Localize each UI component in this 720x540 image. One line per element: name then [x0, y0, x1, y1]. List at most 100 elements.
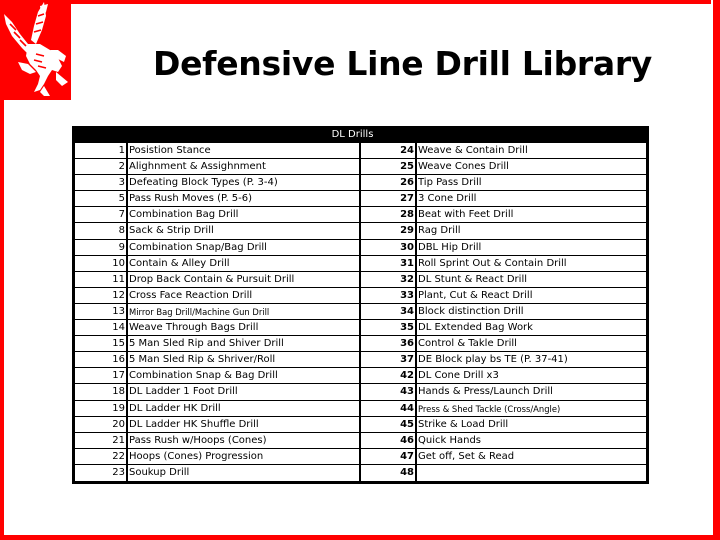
drill-number-left: 13 — [75, 303, 128, 320]
table-row: 16 5 Man Sled Rip & Shriver/Roll 37 DE Bloc… — [75, 352, 646, 369]
drill-number-right: 43 — [361, 384, 417, 400]
drill-name-left: Hoops (Cones) Progression — [128, 448, 361, 464]
drill-number-left: 18 — [75, 384, 128, 400]
drill-number-left: 8 — [75, 223, 128, 239]
drill-name-left: Soukup Drill — [128, 464, 361, 481]
drill-number-left: 15 — [75, 336, 128, 352]
drill-number-left: 2 — [75, 159, 128, 175]
table-row: 3 Defeating Block Types (P. 3-4) 26 Tip Pas… — [75, 175, 646, 192]
drill-name-left: Combination Snap/Bag Drill — [128, 239, 361, 255]
drill-number-left: 1 — [75, 143, 128, 159]
drill-number-right: 31 — [361, 255, 417, 271]
drill-number-left: 9 — [75, 239, 128, 255]
table-row: 17 Combination Snap & Bag Drill 42 DL Cone … — [75, 368, 646, 385]
drill-name-left: Posistion Stance — [128, 143, 361, 159]
drill-number-right: 48 — [361, 464, 417, 481]
drill-number-left: 23 — [75, 464, 128, 481]
drill-name-right: Get off, Set & Read — [418, 450, 515, 462]
table-row: 10 Contain & Alley Drill 31 Roll Sprint Out… — [75, 255, 646, 272]
drill-number-left: 14 — [75, 320, 128, 336]
drill-number-right: 26 — [361, 175, 417, 191]
drill-number-right: 27 — [361, 191, 417, 207]
drill-name-right: Control & Takle Drill — [418, 338, 517, 350]
drill-name-right: 3 Cone Drill — [418, 193, 477, 205]
table-row: 14 Weave Through Bags Drill 35 DL Extended … — [75, 320, 646, 337]
eagle-icon — [4, 2, 68, 96]
drill-number-right: 42 — [361, 368, 417, 384]
table-header: DL Drills — [72, 126, 649, 143]
drill-name-right: Roll Sprint Out & Contain Drill — [418, 257, 567, 269]
table-header-label: DL Drills — [331, 129, 374, 140]
drill-name-left: Sack & Strip Drill — [128, 223, 361, 239]
table-row: 7 Combination Bag Drill 28 Beat with Feet D… — [75, 207, 646, 224]
drill-name-right: Tip Pass Drill — [418, 177, 482, 189]
drill-name-left: Pass Rush w/Hoops (Cones) — [128, 432, 361, 448]
drill-name-right: DE Block play bs TE (P. 37-41) — [418, 354, 568, 366]
drill-number-left: 10 — [75, 255, 128, 271]
table-row: 19 DL Ladder HK Drill 44 Press & Shed Tackl… — [75, 400, 646, 417]
logo — [0, 0, 71, 100]
drill-name-left: DL Ladder HK Drill — [128, 400, 361, 416]
drill-number-right: 45 — [361, 416, 417, 432]
drill-number-right: 34 — [361, 303, 417, 320]
drill-number-left: 5 — [75, 191, 128, 207]
drill-name-left: Cross Face Reaction Drill — [128, 287, 361, 303]
drill-name-right: Rag Drill — [418, 225, 461, 237]
drill-name-right: Hands & Press/Launch Drill — [418, 386, 553, 398]
drill-number-left: 22 — [75, 448, 128, 464]
table-body: 1 Posistion Stance 24 Weave & Contain Drill… — [75, 143, 646, 481]
drill-name-left: DL Ladder HK Shuffle Drill — [128, 416, 361, 432]
drill-name-left: DL Ladder 1 Foot Drill — [128, 384, 361, 400]
table-row: 12 Cross Face Reaction Drill 33 Plant, Cut … — [75, 287, 646, 304]
drill-name-left: 5 Man Sled Rip & Shriver/Roll — [128, 352, 361, 368]
table-row: 18 DL Ladder 1 Foot Drill 43 Hands & Press/… — [75, 384, 646, 401]
drill-name-left: Mirror Bag Drill/Machine Gun Drill — [128, 303, 361, 320]
drill-name-left: Drop Back Contain & Pursuit Drill — [128, 271, 361, 287]
drill-name-left: Alighnment & Assighnment — [128, 159, 361, 175]
drill-number-left: 17 — [75, 368, 128, 384]
drill-name-right: Quick Hands — [418, 434, 481, 446]
drill-name-right: DL Cone Drill x3 — [418, 370, 499, 382]
table-row: 13 Mirror Bag Drill/Machine Gun Drill 34 Bl… — [75, 303, 646, 321]
drill-number-right: 32 — [361, 271, 417, 287]
table-row: 2 Alighnment & Assighnment 25 Weave Cones D… — [75, 159, 646, 176]
drill-number-left: 20 — [75, 416, 128, 432]
drill-name-right: DBL Hip Drill — [418, 241, 482, 253]
table-row: 15 5 Man Sled Rip and Shiver Drill 36 Contr… — [75, 336, 646, 353]
drill-name-left: Contain & Alley Drill — [128, 255, 361, 271]
drill-name-left: Combination Snap & Bag Drill — [128, 368, 361, 384]
table-row: 11 Drop Back Contain & Pursuit Drill 32 DL … — [75, 271, 646, 288]
drill-number-left: 19 — [75, 400, 128, 416]
table-row: 1 Posistion Stance 24 Weave & Contain Drill — [75, 143, 646, 160]
drill-number-right: 28 — [361, 207, 417, 223]
drill-number-right: 29 — [361, 223, 417, 239]
table-row: 20 DL Ladder HK Shuffle Drill 45 Strike & … — [75, 416, 646, 433]
drill-number-left: 11 — [75, 271, 128, 287]
drill-number-left: 16 — [75, 352, 128, 368]
drill-name-right: Block distinction Drill — [418, 305, 524, 317]
drill-number-right: 33 — [361, 287, 417, 303]
drill-name-right: Press & Shed Tackle (Cross/Angle) — [418, 403, 561, 414]
drill-name-left: Pass Rush Moves (P. 5-6) — [128, 191, 361, 207]
drill-name-left: Defeating Block Types (P. 3-4) — [128, 175, 361, 191]
drill-number-left: 3 — [75, 175, 128, 191]
drill-name-right: Strike & Load Drill — [418, 418, 509, 430]
drill-name-right: Weave Cones Drill — [418, 161, 509, 173]
page-title: Defensive Line Drill Library — [153, 44, 653, 83]
drill-name-right: Beat with Feet Drill — [418, 209, 514, 221]
drill-table: DL Drills 1 Posistion Stance 24 Weave & Con… — [72, 126, 649, 484]
drill-number-right: 24 — [361, 143, 417, 159]
drill-name-left: Weave Through Bags Drill — [128, 320, 361, 336]
table-row: 23 Soukup Drill 48 — [75, 464, 646, 481]
drill-name-right — [417, 465, 646, 481]
drill-name-right: Weave & Contain Drill — [418, 145, 528, 156]
drill-number-right: 30 — [361, 239, 417, 255]
table-row: 8 Sack & Strip Drill 29 Rag Drill — [75, 223, 646, 240]
table-row: 22 Hoops (Cones) Progression 47 Get off, S… — [75, 448, 646, 465]
frame-gap — [711, 0, 713, 34]
drill-number-right: 25 — [361, 159, 417, 175]
drill-name-left: Combination Bag Drill — [128, 207, 361, 223]
drill-number-right: 37 — [361, 352, 417, 368]
drill-name-left: 5 Man Sled Rip and Shiver Drill — [128, 336, 361, 352]
table-row: 21 Pass Rush w/Hoops (Cones) 46 Quick Hand… — [75, 432, 646, 449]
